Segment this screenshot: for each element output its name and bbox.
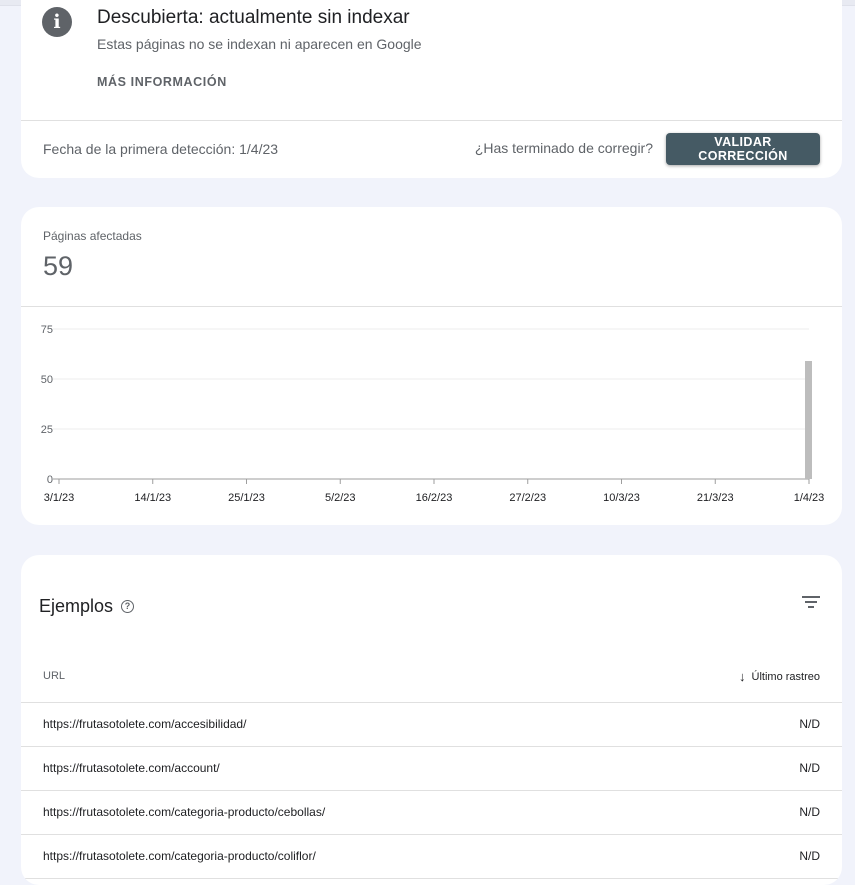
validate-fix-button[interactable]: VALIDAR CORRECCIÓN	[666, 133, 820, 165]
row-url: https://frutasotolete.com/account/	[43, 761, 220, 775]
y-tick-label: 50	[41, 374, 53, 386]
row-last-crawl: N/D	[799, 805, 820, 819]
affected-pages-card: Páginas afectadas 59 0 25 50 75 3/1/23 14/1/2…	[21, 207, 842, 525]
metric-label: Páginas afectadas	[43, 229, 142, 243]
y-tick-label: 25	[41, 424, 53, 436]
column-header-last-crawl[interactable]: ↓ Último rastreo	[739, 669, 820, 684]
examples-title: Ejemplos	[39, 596, 114, 616]
row-last-crawl: N/D	[799, 849, 820, 863]
x-tick-label: 5/2/23	[325, 492, 356, 504]
issue-title: Descubierta: actualmente sin indexar	[97, 7, 410, 28]
x-tick-label: 25/1/23	[228, 492, 265, 504]
x-tick-label: 3/1/23	[44, 492, 75, 504]
row-last-crawl: N/D	[799, 761, 820, 775]
issue-card: i Descubierta: actualmente sin indexar E…	[21, 0, 842, 178]
issue-subtitle: Estas páginas no se indexan ni aparecen …	[97, 36, 422, 52]
row-url: https://frutasotolete.com/accesibilidad/	[43, 717, 247, 731]
row-url: https://frutasotolete.com/categoria-prod…	[43, 805, 326, 819]
y-tick-label: 75	[41, 324, 53, 336]
more-info-link[interactable]: MÁS INFORMACIÓN	[97, 75, 227, 89]
row-url: https://frutasotolete.com/categoria-prod…	[43, 849, 316, 863]
first-detection-text: Fecha de la primera detección: 1/4/23	[43, 141, 279, 157]
x-tick-label: 10/3/23	[603, 492, 640, 504]
row-last-crawl: N/D	[799, 717, 820, 731]
table-row[interactable]: https://frutasotolete.com/account/N/D	[21, 747, 842, 791]
x-tick-label: 1/4/23	[794, 492, 825, 504]
metric-value: 59	[43, 251, 74, 281]
info-icon: i	[42, 7, 72, 37]
examples-card: Ejemplos ? URL ↓ Último rastreo https://…	[21, 555, 842, 885]
column-header-last-crawl-label: Último rastreo	[751, 670, 820, 683]
fix-question-text: ¿Has terminado de corregir?	[474, 140, 653, 156]
table-row[interactable]: https://frutasotolete.com/categoria-prod…	[21, 791, 842, 835]
divider	[21, 120, 842, 121]
filter-icon[interactable]	[802, 595, 820, 609]
help-circle-icon[interactable]: ?	[121, 600, 134, 613]
affected-pages-chart: 0 25 50 75 3/1/23 14/1/23 25/1/23 5/2/23 16/2/23…	[41, 324, 825, 504]
arrow-down-icon: ↓	[739, 669, 746, 684]
y-tick-label: 0	[47, 474, 53, 486]
x-tick-label: 16/2/23	[416, 492, 453, 504]
x-tick-label: 14/1/23	[134, 492, 171, 504]
x-tick-label: 27/2/23	[509, 492, 546, 504]
examples-table-body: https://frutasotolete.com/accesibilidad/…	[21, 703, 842, 879]
chart-bar	[805, 361, 812, 479]
x-tick-label: 21/3/23	[697, 492, 734, 504]
table-row[interactable]: https://frutasotolete.com/categoria-prod…	[21, 835, 842, 879]
table-row[interactable]: https://frutasotolete.com/accesibilidad/…	[21, 703, 842, 747]
column-header-url[interactable]: URL	[43, 670, 65, 682]
